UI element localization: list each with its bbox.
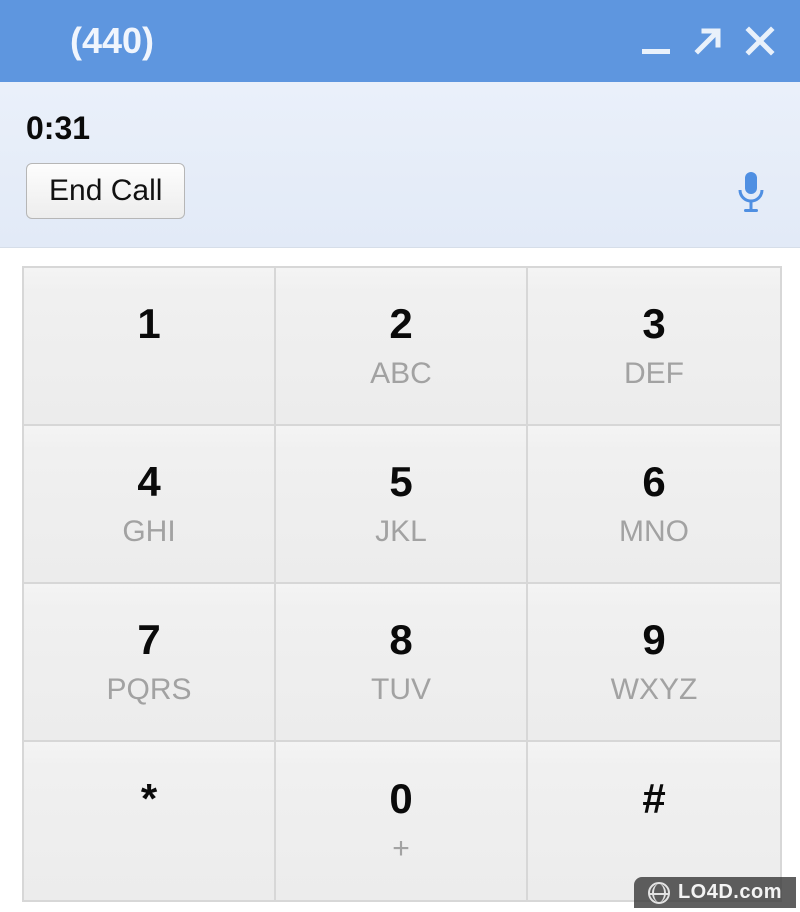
key-2[interactable]: 2 ABC [276,268,528,426]
key-letters: DEF [624,359,684,389]
call-duration: 0:31 [26,110,772,147]
window-controls [638,23,778,59]
dialer-window: (440) 0:31 End Call [0,0,800,902]
key-number: 0 [389,778,412,820]
watermark-text: LO4D.com [678,881,782,904]
popout-icon[interactable] [690,23,726,59]
key-3[interactable]: 3 DEF [528,268,780,426]
key-5[interactable]: 5 JKL [276,426,528,584]
key-number: * [141,778,157,820]
key-0[interactable]: 0 + [276,742,528,900]
call-status-band: 0:31 End Call [0,82,800,248]
key-number: 2 [389,303,412,345]
key-letters: GHI [122,517,175,547]
key-star[interactable]: * [24,742,276,900]
key-number: 6 [642,461,665,503]
close-icon[interactable] [742,23,778,59]
key-7[interactable]: 7 PQRS [24,584,276,742]
key-4[interactable]: 4 GHI [24,426,276,584]
key-number: 7 [137,619,160,661]
key-6[interactable]: 6 MNO [528,426,780,584]
key-number: # [642,778,665,820]
key-number: 3 [642,303,665,345]
key-letters: PQRS [106,675,191,705]
key-8[interactable]: 8 TUV [276,584,528,742]
titlebar: (440) [0,0,800,82]
key-1[interactable]: 1 [24,268,276,426]
key-letters: MNO [619,517,689,547]
minimize-icon[interactable] [638,23,674,59]
key-number: 8 [389,619,412,661]
key-letters: WXYZ [611,675,698,705]
key-9[interactable]: 9 WXYZ [528,584,780,742]
dialpad: 1 2 ABC 3 DEF 4 GHI 5 JKL 6 MNO [22,266,782,902]
key-number: 9 [642,619,665,661]
end-call-button[interactable]: End Call [26,163,185,219]
key-number: 5 [389,461,412,503]
key-letters: ABC [370,359,432,389]
window-title: (440) [70,20,154,62]
globe-icon [648,882,670,904]
key-number: 1 [137,303,160,345]
microphone-icon[interactable] [730,170,772,212]
key-letters: TUV [371,675,431,705]
key-letters: + [392,834,410,864]
key-letters: JKL [375,517,427,547]
watermark: LO4D.com [634,877,796,908]
key-number: 4 [137,461,160,503]
dialpad-container: 1 2 ABC 3 DEF 4 GHI 5 JKL 6 MNO [0,248,800,902]
call-row: End Call [26,163,772,219]
